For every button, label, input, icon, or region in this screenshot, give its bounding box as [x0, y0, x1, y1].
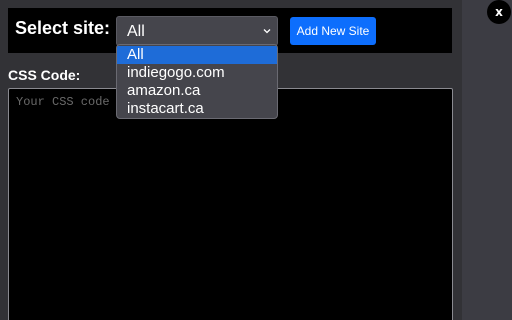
close-button[interactable]: x	[487, 0, 511, 24]
css-code-label: CSS Code:	[8, 67, 81, 83]
dropdown-option-all[interactable]: All	[117, 46, 277, 64]
site-dropdown-list: All indiegogo.com amazon.ca instacart.ca	[116, 44, 278, 119]
dropdown-option-instacart[interactable]: instacart.ca	[117, 100, 277, 118]
site-select[interactable]: All	[116, 16, 278, 46]
site-select-value: All	[127, 23, 145, 40]
select-site-label: Select site:	[15, 18, 111, 38]
css-code-editor[interactable]	[8, 88, 453, 320]
dropdown-option-indiegogo[interactable]: indiegogo.com	[117, 64, 277, 82]
close-icon: x	[495, 5, 503, 19]
dropdown-option-amazon[interactable]: amazon.ca	[117, 82, 277, 100]
chevron-down-icon	[263, 29, 271, 34]
add-new-site-button[interactable]: Add New Site	[290, 17, 376, 45]
